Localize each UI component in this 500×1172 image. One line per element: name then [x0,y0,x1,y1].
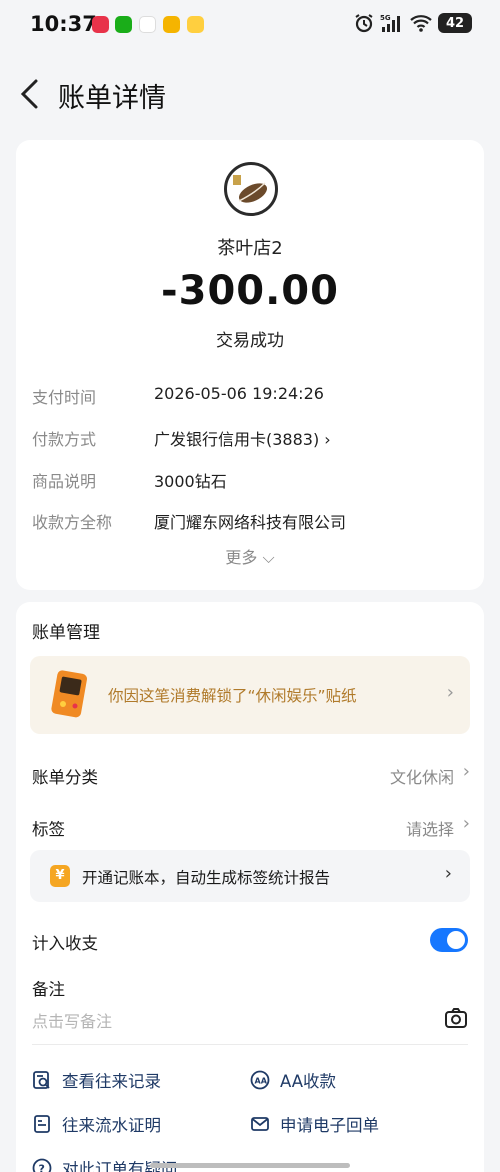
tag-label: 标签 [32,820,65,839]
link-label: AA收款 [280,1072,337,1091]
chevron-right-icon[interactable]: › [463,813,470,834]
view-records-link[interactable]: 查看往来记录 [32,1068,161,1092]
more-button[interactable]: 更多 ⌵ [16,544,484,568]
detail-label: 收款方全称 [32,513,113,532]
svg-text:5G: 5G [380,14,391,22]
aa-icon: AA [250,1070,270,1090]
note-label: 备注 [32,980,65,999]
bill-management-card: 账单管理 你因这笔消费解锁了“休闲娱乐”贴纸 › 账单分类 文化休闲 › 标签 … [16,602,484,1172]
page-title: 账单详情 [58,83,166,114]
svg-text:?: ? [39,1163,45,1172]
alarm-icon [355,14,373,33]
nav-bar: 账单详情 [0,64,500,124]
detail-label: 商品说明 [32,472,97,491]
section-title: 账单管理 [32,623,100,643]
meituan-icon [187,16,204,33]
back-arrow-icon[interactable] [18,78,42,110]
toggle-knob [447,931,465,949]
detail-value: 厦门耀东网络科技有限公司 [154,513,347,532]
include-label: 计入收支 [32,934,98,953]
transaction-status: 交易成功 [216,331,284,351]
e-receipt-link[interactable]: 申请电子回单 [250,1112,379,1136]
merchant-name: 茶叶店2 [217,238,283,259]
detail-value: 2026-05-06 19:24:26 [154,384,324,403]
divider [32,1044,468,1045]
link-label: 查看往来记录 [62,1072,161,1091]
category-label: 账单分类 [32,768,98,787]
include-toggle[interactable] [430,928,468,952]
app-notification-icon-58 [139,16,156,33]
camera-icon[interactable] [444,1006,468,1030]
question-icon: ? [32,1158,52,1172]
tip-text: 开通记账本，自动生成标签统计报告 [82,869,331,887]
sticker-icon [51,670,87,718]
home-indicator[interactable] [150,1163,350,1168]
bill-summary-card: 茶叶店2 -300.00 交易成功 支付时间 2026-05-06 19:24:… [16,140,484,590]
app-notification-icon-yellow [163,16,180,33]
link-label: 申请电子回单 [280,1116,379,1135]
detail-label: 支付时间 [32,388,97,407]
chevron-right-icon: › [446,682,454,703]
banner-text: 你因这笔消费解锁了“休闲娱乐”贴纸 [108,687,357,705]
status-time: 10:37 [30,12,97,36]
transaction-amount: -300.00 [161,268,339,314]
battery-indicator: 42 [438,13,472,33]
yuan-icon: ¥ [50,865,70,887]
aa-collect-link[interactable]: AA AA收款 [250,1068,336,1092]
signal-icon: 5G [380,14,400,32]
search-record-icon [33,1071,50,1089]
merchant-logo [224,162,278,216]
mail-icon [251,1117,269,1131]
chevron-right-icon: › [444,863,452,884]
tag-value[interactable]: 请选择 [406,816,454,840]
bookkeeping-tip[interactable]: ¥ 开通记账本，自动生成标签统计报告 › [30,850,470,902]
category-value[interactable]: 文化休闲 [390,764,454,788]
wechat-icon [115,16,132,33]
link-label: 往来流水证明 [62,1116,161,1135]
detail-label: 付款方式 [32,430,97,449]
chevron-right-icon[interactable]: › [463,761,470,782]
detail-value[interactable]: 广发银行信用卡(3883) › [154,426,331,450]
statement-proof-link[interactable]: 往来流水证明 [32,1112,161,1136]
wifi-icon [410,15,432,32]
status-bar: 10:37 5G 42 [0,0,500,52]
svg-text:AA: AA [255,1077,268,1086]
note-input[interactable]: 点击写备注 [32,1008,112,1032]
document-icon [34,1115,50,1133]
sticker-banner[interactable]: 你因这笔消费解锁了“休闲娱乐”贴纸 › [30,656,470,734]
detail-value: 3000钻石 [154,472,227,491]
app-notification-icon-1 [92,16,109,33]
